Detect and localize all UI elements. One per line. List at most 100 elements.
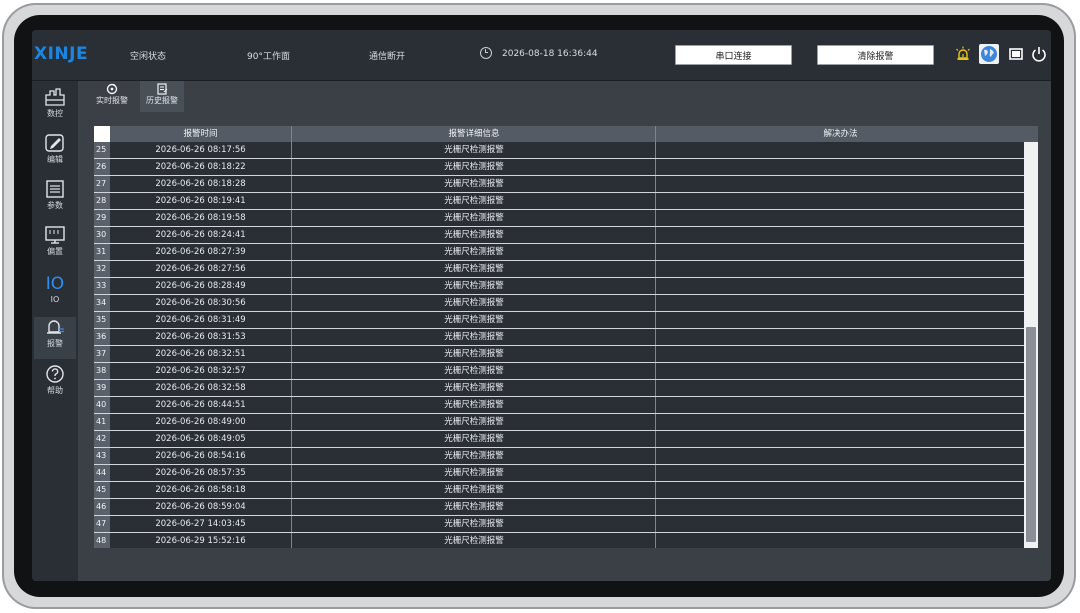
sidebar-item-label: 偏置: [47, 247, 63, 256]
cnc-icon: [45, 88, 65, 106]
edit-icon: [45, 134, 64, 152]
sidebar-item-label: 参数: [47, 201, 63, 210]
row-index: 34: [94, 295, 110, 311]
comm-status: 通信断开: [369, 52, 406, 62]
table-row[interactable]: 42 2026-06-26 08:49:05 光栅尺检测报警: [94, 431, 1024, 448]
table-row[interactable]: 48 2026-06-29 15:52:16 光栅尺检测报警: [94, 533, 1024, 548]
select-all-corner[interactable]: [94, 126, 110, 142]
alarm-time-cell: 2026-06-26 08:30:56: [110, 295, 291, 311]
solution-cell: [655, 380, 1025, 396]
row-index: 36: [94, 329, 110, 345]
sidebar-item-params[interactable]: 参数: [34, 179, 76, 221]
help-icon: [46, 365, 64, 383]
sidebar-item-io[interactable]: IO IO: [34, 271, 76, 313]
sidebar-item-edit[interactable]: 编辑: [34, 133, 76, 175]
table-row[interactable]: 43 2026-06-26 08:54:16 光栅尺检测报警: [94, 448, 1024, 465]
alarm-info-cell: 光栅尺检测报警: [291, 516, 656, 532]
work-plane: 90°工作面: [247, 52, 290, 62]
vertical-scrollbar[interactable]: [1024, 142, 1038, 548]
alarm-info-cell: 光栅尺检测报警: [291, 448, 656, 464]
solution-cell: [655, 142, 1025, 158]
solution-cell: [655, 193, 1025, 209]
datetime: 2026-08-18 16:36:44: [502, 49, 598, 59]
alarm-info-cell: 光栅尺检测报警: [291, 193, 656, 209]
row-index: 37: [94, 346, 110, 362]
sidebar-item-cnc[interactable]: 数控: [34, 87, 76, 129]
sidebar-item-alarm[interactable]: 报警: [34, 317, 76, 359]
row-index: 28: [94, 193, 110, 209]
power-icon[interactable]: [1030, 45, 1048, 63]
table-row[interactable]: 29 2026-06-26 08:19:58 光栅尺检测报警: [94, 210, 1024, 227]
table-row[interactable]: 38 2026-06-26 08:32:57 光栅尺检测报警: [94, 363, 1024, 380]
row-index: 45: [94, 482, 110, 498]
serial-connect-button[interactable]: 串口连接: [675, 45, 792, 65]
table-row[interactable]: 40 2026-06-26 08:44:51 光栅尺检测报警: [94, 397, 1024, 414]
alarm-icon: [47, 320, 64, 334]
table-row[interactable]: 44 2026-06-26 08:57:35 光栅尺检测报警: [94, 465, 1024, 482]
solution-cell: [655, 244, 1025, 260]
table-row[interactable]: 25 2026-06-26 08:17:56 光栅尺检测报警: [94, 142, 1024, 159]
table-row[interactable]: 46 2026-06-26 08:59:04 光栅尺检测报警: [94, 499, 1024, 516]
table-row[interactable]: 39 2026-06-26 08:32:58 光栅尺检测报警: [94, 380, 1024, 397]
table-row[interactable]: 31 2026-06-26 08:27:39 光栅尺检测报警: [94, 244, 1024, 261]
alarm-light-icon[interactable]: [954, 45, 972, 63]
table-row[interactable]: 26 2026-06-26 08:18:22 光栅尺检测报警: [94, 159, 1024, 176]
machine-status: 空闲状态: [130, 52, 167, 62]
sidebar-item-help[interactable]: 帮助: [34, 364, 76, 406]
column-header-solution[interactable]: 解决办法: [655, 126, 1025, 142]
alarm-info-cell: 光栅尺检测报警: [291, 329, 656, 345]
row-index: 48: [94, 533, 110, 548]
table-row[interactable]: 37 2026-06-26 08:32:51 光栅尺检测报警: [94, 346, 1024, 363]
table-row[interactable]: 28 2026-06-26 08:19:41 光栅尺检测报警: [94, 193, 1024, 210]
alarm-info-cell: 光栅尺检测报警: [291, 261, 656, 277]
column-header-time[interactable]: 报警时间: [110, 126, 291, 142]
alarm-time-cell: 2026-06-26 08:18:28: [110, 176, 291, 192]
sidebar-item-label: 数控: [47, 109, 63, 118]
solution-cell: [655, 397, 1025, 413]
globe-icon[interactable]: [979, 44, 999, 64]
alarm-time-cell: 2026-06-26 08:59:04: [110, 499, 291, 515]
solution-cell: [655, 482, 1025, 498]
table-row[interactable]: 30 2026-06-26 08:24:41 光栅尺检测报警: [94, 227, 1024, 244]
table-row[interactable]: 32 2026-06-26 08:27:56 光栅尺检测报警: [94, 261, 1024, 278]
table-row[interactable]: 36 2026-06-26 08:31:53 光栅尺检测报警: [94, 329, 1024, 346]
table-header: 报警时间 报警详细信息 解决办法: [94, 126, 1038, 142]
row-index: 41: [94, 414, 110, 430]
refresh-icon: [106, 83, 118, 95]
clear-alarm-button[interactable]: 清除报警: [817, 45, 934, 65]
row-index: 46: [94, 499, 110, 515]
table-row[interactable]: 34 2026-06-26 08:30:56 光栅尺检测报警: [94, 295, 1024, 312]
row-index: 35: [94, 312, 110, 328]
tab-history-alarm[interactable]: 历史报警: [140, 81, 184, 112]
alarm-info-cell: 光栅尺检测报警: [291, 380, 656, 396]
alarm-info-cell: 光栅尺检测报警: [291, 482, 656, 498]
brand-logo: XINJE: [34, 44, 89, 64]
column-header-info[interactable]: 报警详细信息: [291, 126, 656, 142]
fullscreen-icon[interactable]: [1007, 45, 1025, 63]
alarm-time-cell: 2026-06-26 08:44:51: [110, 397, 291, 413]
alarm-time-cell: 2026-06-26 08:57:35: [110, 465, 291, 481]
row-index: 44: [94, 465, 110, 481]
history-doc-icon: [157, 83, 168, 95]
alarm-info-cell: 光栅尺检测报警: [291, 244, 656, 260]
table-row[interactable]: 45 2026-06-26 08:58:18 光栅尺检测报警: [94, 482, 1024, 499]
hmi-screen: XINJE 空闲状态 90°工作面 通信断开 2026-08-18 16:36:…: [32, 30, 1051, 581]
table-row[interactable]: 47 2026-06-27 14:03:45 光栅尺检测报警: [94, 516, 1024, 533]
alarm-info-cell: 光栅尺检测报警: [291, 499, 656, 515]
scrollbar-thumb[interactable]: [1026, 327, 1036, 542]
alarm-time-cell: 2026-06-26 08:31:49: [110, 312, 291, 328]
table-row[interactable]: 41 2026-06-26 08:49:00 光栅尺检测报警: [94, 414, 1024, 431]
alarm-info-cell: 光栅尺检测报警: [291, 465, 656, 481]
tab-realtime-alarm[interactable]: 实时报警: [90, 81, 134, 112]
sidebar-item-label: 帮助: [47, 386, 63, 395]
alarm-time-cell: 2026-06-26 08:49:05: [110, 431, 291, 447]
sidebar-item-offset[interactable]: 偏置: [34, 225, 76, 267]
alarm-time-cell: 2026-06-26 08:24:41: [110, 227, 291, 243]
table-row[interactable]: 33 2026-06-26 08:28:49 光栅尺检测报警: [94, 278, 1024, 295]
alarm-time-cell: 2026-06-26 08:32:57: [110, 363, 291, 379]
row-index: 42: [94, 431, 110, 447]
table-row[interactable]: 27 2026-06-26 08:18:28 光栅尺检测报警: [94, 176, 1024, 193]
table-row[interactable]: 35 2026-06-26 08:31:49 光栅尺检测报警: [94, 312, 1024, 329]
sidebar-item-label: 报警: [47, 339, 63, 348]
alarm-info-cell: 光栅尺检测报警: [291, 159, 656, 175]
